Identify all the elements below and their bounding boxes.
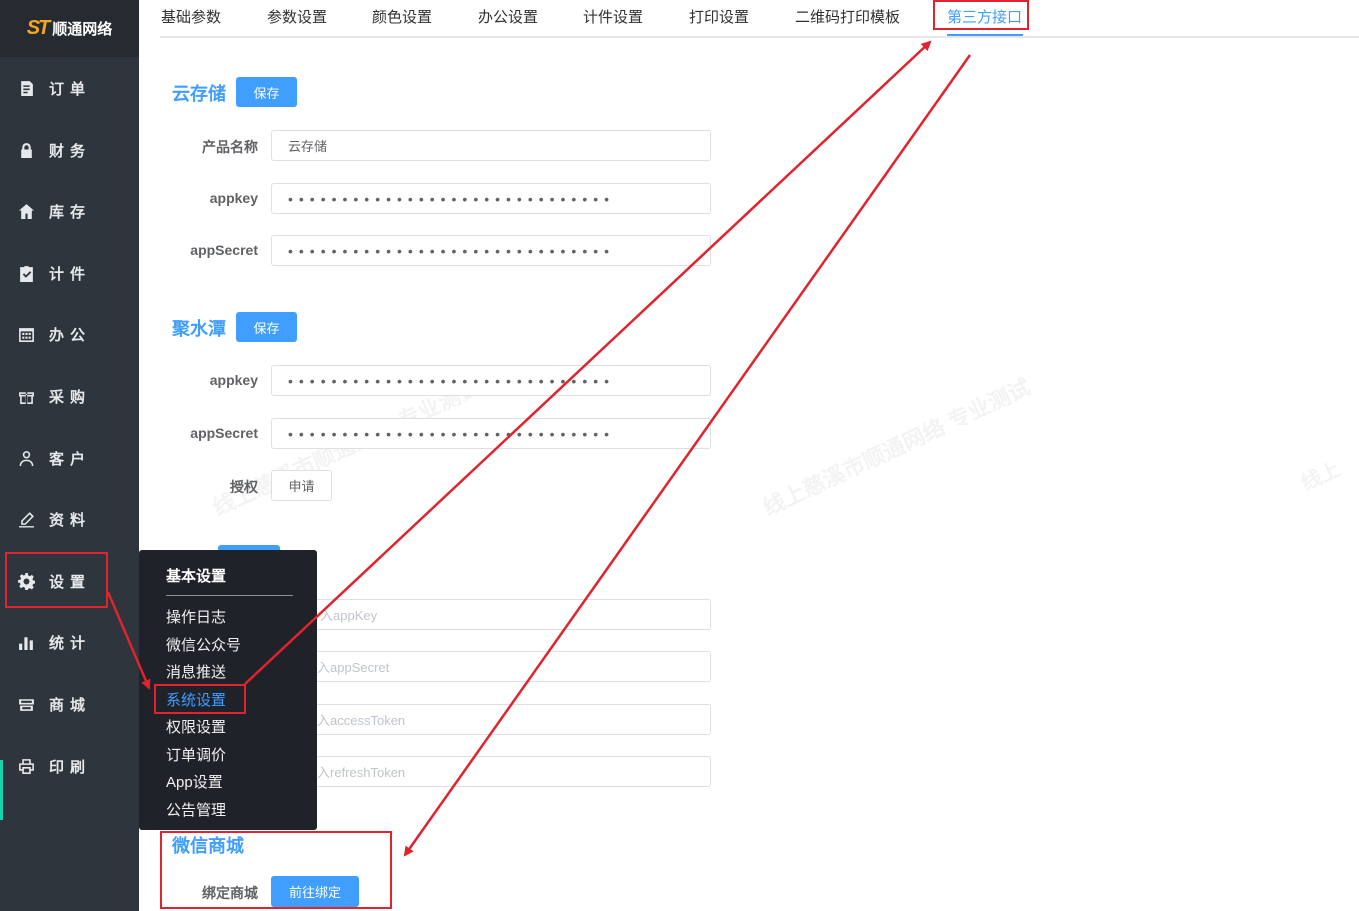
cloud-secret-label: appSecret (190, 242, 258, 258)
apply-button[interactable]: 申请 (271, 470, 332, 501)
menu-item-app-settings[interactable]: App设置 (166, 771, 223, 792)
sidebar-item-inventory[interactable]: 库存 (0, 191, 139, 231)
logo: ST 顺通网络 (0, 0, 139, 57)
sidebar-item-label: 客户 (49, 450, 92, 468)
sidebar-item-customers[interactable]: 客户 (0, 438, 139, 478)
jushuitan-secret-label: appSecret (190, 425, 258, 441)
dropdown-divider (166, 595, 293, 596)
highlight-settings-nav (5, 552, 108, 608)
store-icon (19, 698, 34, 711)
tab-office-settings[interactable]: 办公设置 (478, 6, 538, 27)
appsecret-input[interactable]: 入appSecret (271, 651, 711, 682)
sidebar-item-label: 财务 (49, 142, 92, 160)
menu-item-announcement[interactable]: 公告管理 (166, 799, 226, 820)
sidebar-item-statistics[interactable]: 统计 (0, 622, 139, 662)
tab-piecework-settings[interactable]: 计件设置 (583, 6, 643, 27)
sidebar-item-label: 商城 (49, 696, 92, 714)
sidebar-item-label: 库存 (49, 203, 92, 221)
section-title-cloud: 云存储 (172, 84, 226, 104)
edit-icon (19, 511, 34, 527)
appkey-input[interactable]: 入appKey (271, 599, 711, 630)
sidebar-item-finance[interactable]: 财务 (0, 130, 139, 170)
jushuitan-save-button[interactable]: 保存 (236, 312, 297, 342)
scroll-indicator (0, 760, 3, 820)
clipboard-check-icon (20, 265, 33, 282)
sidebar-item-label: 资料 (49, 511, 92, 529)
tab-color-settings[interactable]: 颜色设置 (372, 6, 432, 27)
access-token-input[interactable]: 入accessToken (271, 704, 711, 735)
sidebar-item-printing[interactable]: 印刷 (0, 746, 139, 786)
lock-icon (21, 142, 32, 158)
cloud-save-button[interactable]: 保存 (236, 77, 297, 107)
menu-item-wechat-official[interactable]: 微信公众号 (166, 634, 241, 655)
sidebar-item-purchase[interactable]: 采购 (0, 376, 139, 416)
watermark-fragment: 线上 (1298, 458, 1344, 496)
menu-item-permission-settings[interactable]: 权限设置 (166, 716, 226, 737)
order-icon (21, 80, 33, 96)
sidebar-item-materials[interactable]: 资料 (0, 499, 139, 539)
menu-item-message-push[interactable]: 消息推送 (166, 661, 226, 682)
logo-mark: ST (26, 17, 51, 39)
tab-param-settings[interactable]: 参数设置 (267, 6, 327, 27)
cloud-appkey-input[interactable]: •••••••••••••••••••••••••••••• (271, 183, 711, 214)
cloud-secret-input[interactable]: •••••••••••••••••••••••••••••• (271, 235, 711, 266)
cloud-appkey-label: appkey (209, 190, 258, 206)
tab-qrcode-template[interactable]: 二维码打印模板 (795, 6, 900, 27)
menu-item-operation-log[interactable]: 操作日志 (166, 606, 226, 627)
sidebar-item-label: 统计 (49, 634, 92, 652)
menu-item-order-price-adjust[interactable]: 订单调价 (166, 744, 226, 765)
sidebar-item-mall[interactable]: 商城 (0, 684, 139, 724)
tab-print-settings[interactable]: 打印设置 (689, 6, 749, 27)
bar-chart-icon (19, 636, 33, 650)
jushuitan-secret-input[interactable]: •••••••••••••••••••••••••••••• (271, 418, 711, 449)
sidebar-item-piecework[interactable]: 计件 (0, 253, 139, 293)
sidebar-item-label: 订单 (49, 80, 92, 98)
sidebar-item-label: 采购 (49, 388, 92, 406)
section-title-jushuitan: 聚水潭 (172, 319, 226, 339)
sidebar-item-label: 计件 (49, 265, 92, 283)
sidebar-item-office[interactable]: 办公 (0, 314, 139, 354)
sidebar-item-label: 办公 (49, 326, 92, 344)
printer-icon (19, 758, 34, 774)
product-name-label: 产品名称 (202, 139, 258, 155)
refresh-token-input[interactable]: 入refreshToken (271, 756, 711, 787)
sidebar-item-label: 印刷 (49, 758, 92, 776)
sidebar: ST 顺通网络 订单 财务 库存 计件 办公 采购 客户 资料 设置 统计 商城… (0, 0, 139, 911)
calendar-icon (19, 327, 34, 342)
brand-name: 顺通网络 (52, 21, 113, 38)
sidebar-item-orders[interactable]: 订单 (0, 68, 139, 108)
auth-label: 授权 (230, 479, 258, 495)
gift-icon (19, 391, 34, 404)
product-name-input[interactable]: 云存储 (271, 130, 711, 161)
jushuitan-appkey-input[interactable]: •••••••••••••••••••••••••••••• (271, 365, 711, 396)
home-icon (19, 203, 34, 219)
tab-bar: 基础参数 参数设置 颜色设置 办公设置 计件设置 打印设置 二维码打印模板 第三… (160, 0, 1359, 38)
active-tab-indicator (947, 34, 1023, 36)
highlight-third-party-tab (933, 0, 1029, 30)
jushuitan-appkey-label: appkey (209, 372, 258, 388)
tab-basic-params[interactable]: 基础参数 (161, 6, 221, 27)
dropdown-title: 基本设置 (166, 568, 227, 585)
user-icon (19, 450, 34, 466)
watermark: 线上慈溪市顺通网络 专业测试 (759, 374, 1035, 521)
highlight-wechat-mall (160, 831, 392, 909)
highlight-system-settings (154, 684, 246, 714)
